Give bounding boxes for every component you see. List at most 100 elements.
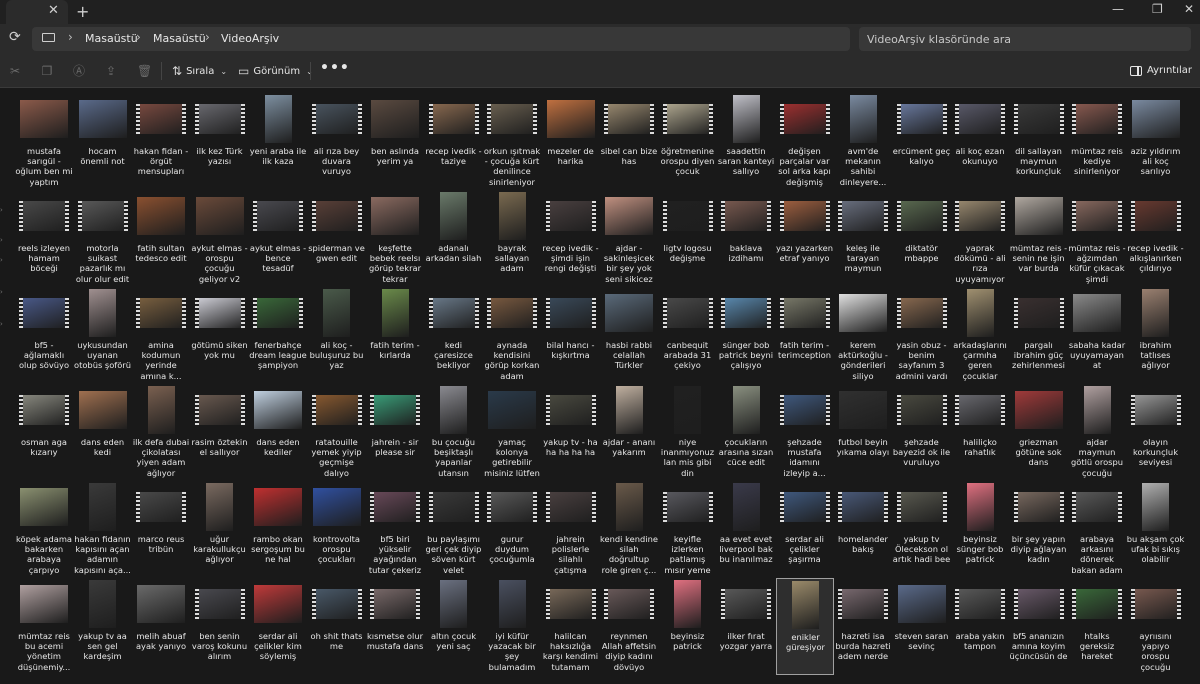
file-item[interactable]: sibel can bize has: [600, 93, 659, 190]
rename-icon[interactable]: Ⓐ: [72, 64, 86, 78]
file-item[interactable]: niye inanmıyonuz lan mis gibi din: [659, 384, 718, 481]
file-item[interactable]: serdar ali çelikler şaşırma: [776, 481, 835, 578]
file-item[interactable]: ali koç - buluşuruz bu yaz: [308, 287, 367, 384]
file-item[interactable]: aykut elmas - orospu çocuğu geliyor v2: [191, 190, 250, 287]
file-item[interactable]: baklava izdihamı: [717, 190, 776, 287]
file-item[interactable]: şehzade bayezid ok ile vuruluyo: [893, 384, 952, 481]
file-item[interactable]: kedi çaresizce bekliyor: [425, 287, 484, 384]
file-item[interactable]: gurur duydum çocuğumla: [483, 481, 542, 578]
expand-icon[interactable]: ›: [0, 256, 4, 264]
file-item[interactable]: keleş ile tarayan maymun: [834, 190, 893, 287]
file-item[interactable]: bilal hancı - kışkırtma: [542, 287, 601, 384]
file-item[interactable]: halilcan haksızlığa karşı kendimi tutama…: [542, 578, 601, 675]
file-item[interactable]: osman aga kızarıy: [15, 384, 74, 481]
file-item[interactable]: melih abuaf ayak yanıyo: [132, 578, 191, 675]
file-item[interactable]: değişen parçalar var sol arka kapı değiş…: [776, 93, 835, 190]
file-item[interactable]: rambo okan sergoşum bu ne hal: [249, 481, 308, 578]
file-item[interactable]: götümü siken yok mu: [191, 287, 250, 384]
copy-icon[interactable]: ❐: [40, 64, 54, 78]
file-item[interactable]: köpek adama bakarken arabaya çarpıyo: [15, 481, 74, 578]
file-item[interactable]: spiderman ve gwen edit: [308, 190, 367, 287]
file-item[interactable]: araba yakın tampon: [951, 578, 1010, 675]
nav-pane-edge[interactable]: › › › › ›: [0, 88, 8, 684]
file-item[interactable]: aa evet evet liverpool bak bu inanılmaz: [717, 481, 776, 578]
file-item[interactable]: yeni araba ile ilk kaza: [249, 93, 308, 190]
address-bar[interactable]: › Masaüstü › Masaüstü › VideoArşiv: [32, 27, 850, 51]
file-item[interactable]: ajdar maymun götlü orospu çocuğu: [1068, 384, 1127, 481]
file-item[interactable]: enikler güreşiyor: [775, 578, 834, 675]
file-item[interactable]: serdar ali çelikler kim söylemiş: [249, 578, 308, 675]
file-item[interactable]: sünger bob patrick beyni çalışıyo: [717, 287, 776, 384]
file-item[interactable]: mümtaz reis kediye sinirleniyor: [1068, 93, 1127, 190]
file-item[interactable]: reels izleyen hamam böceği: [15, 190, 74, 287]
breadcrumb-item-2[interactable]: Masaüstü: [153, 32, 206, 45]
file-item[interactable]: adanalı arkadan silah: [425, 190, 484, 287]
file-item[interactable]: reynmen Allah affetsin diyip kadını dövü…: [600, 578, 659, 675]
file-item[interactable]: yakup tv Ölecekson ol artık hadi bee: [893, 481, 952, 578]
file-item[interactable]: griezman götüne sok dans: [1010, 384, 1069, 481]
search-input[interactable]: [859, 27, 1191, 51]
file-item[interactable]: dil sallayan maymun korkunçluk: [1010, 93, 1069, 190]
file-item[interactable]: hasbi rabbi celallah Türkler: [600, 287, 659, 384]
refresh-icon[interactable]: ⟳: [9, 29, 21, 45]
file-item[interactable]: kendi kendine silah doğrultup role giren…: [600, 481, 659, 578]
file-item[interactable]: fatih terim - terimception: [776, 287, 835, 384]
file-item[interactable]: yakup tv aa sen gel kardeşim: [74, 578, 133, 675]
file-item[interactable]: ercüment geç kalıyo: [893, 93, 952, 190]
file-view[interactable]: › › › › › mustafa sarıgül - oğlum ben mi…: [0, 88, 1200, 684]
file-item[interactable]: fenerbahçe dream league şampiyon: [249, 287, 308, 384]
file-item[interactable]: avm'de mekanın sahibi dinleyere...: [834, 93, 893, 190]
file-item[interactable]: arkadaşlarını çarmıha geren çocuklar: [951, 287, 1010, 384]
breadcrumb-item-3[interactable]: VideoArşiv: [221, 32, 279, 45]
file-item[interactable]: aziz yıldırım ali koç sarılıyo: [1127, 93, 1186, 190]
file-item[interactable]: motorla suikast pazarlık mı olur olur ed…: [74, 190, 133, 287]
file-item[interactable]: haliliçko rahatlık: [951, 384, 1010, 481]
file-item[interactable]: ali rıza bey duvara vuruyo: [308, 93, 367, 190]
file-item[interactable]: hocam önemli not: [74, 93, 133, 190]
file-item[interactable]: canbequit arabada 31 çekiyo: [659, 287, 718, 384]
file-item[interactable]: bu akşam çok ufak bi sıkış olabilir: [1127, 481, 1186, 578]
file-item[interactable]: bayrak sallayan adam: [483, 190, 542, 287]
file-item[interactable]: beyinsiz patrick: [659, 578, 718, 675]
file-item[interactable]: yaprak dökümü - ali rıza uyuyamıyor: [951, 190, 1010, 287]
file-item[interactable]: ratatouille yemek yiyip geçmişe dalıyo: [308, 384, 367, 481]
file-item[interactable]: iyi küfür yazacak bir şey bulamadım: [483, 578, 542, 675]
file-item[interactable]: dans eden kediler: [249, 384, 308, 481]
file-item[interactable]: ilk kez Türk yazısı: [191, 93, 250, 190]
file-item[interactable]: jahrein - sir please sir: [366, 384, 425, 481]
file-item[interactable]: mezeler de harika: [542, 93, 601, 190]
file-item[interactable]: hazreti isa burda hazreti adem nerde: [834, 578, 893, 675]
breadcrumb-item-1[interactable]: Masaüstü: [85, 32, 138, 45]
vertical-scrollbar[interactable]: [1194, 88, 1200, 684]
file-item[interactable]: ayrıısını yapıyo orospu çocuğu: [1127, 578, 1186, 675]
file-item[interactable]: ilk defa dubai çikolatası yiyen adam ağl…: [132, 384, 191, 481]
file-item[interactable]: recep ivedik - taziye: [425, 93, 484, 190]
file-item[interactable]: fatih sultan tedesco edit: [132, 190, 191, 287]
file-item[interactable]: çocukların arasına sızan cüce edit: [717, 384, 776, 481]
file-item[interactable]: olayın korkunçluk seviyesi: [1127, 384, 1186, 481]
file-item[interactable]: jahrein polislerle silahlı çatışma: [542, 481, 601, 578]
file-item[interactable]: ben aslında yerim ya: [366, 93, 425, 190]
file-item[interactable]: sabaha kadar uyuyamayan at: [1068, 287, 1127, 384]
close-window-icon[interactable]: ✕: [1184, 2, 1194, 16]
expand-icon[interactable]: ›: [0, 320, 4, 328]
file-item[interactable]: orkun ışıtmak - çocuğa kürt denilince si…: [483, 93, 542, 190]
file-item[interactable]: beyinsiz sünger bob patrick: [951, 481, 1010, 578]
file-item[interactable]: pargalı ibrahim güç zehirlenmesi: [1010, 287, 1069, 384]
view-button[interactable]: ▭ Görünüm ⌄: [238, 64, 313, 78]
more-options-button[interactable]: •••: [320, 60, 350, 76]
file-item[interactable]: ibrahim tatlıses ağlıyor: [1127, 287, 1186, 384]
file-item[interactable]: ajdar - sakinleşicek bir şey yok seni si…: [600, 190, 659, 287]
file-item[interactable]: homelander bakış: [834, 481, 893, 578]
sort-button[interactable]: ⇅ Sırala ⌄: [172, 64, 227, 78]
file-item[interactable]: ali koç ezan okunuyo: [951, 93, 1010, 190]
file-item[interactable]: bf5 biri yükselir ayağından tutar çekeri…: [366, 481, 425, 578]
file-item[interactable]: yazı yazarken etraf yanıyo: [776, 190, 835, 287]
maximize-icon[interactable]: ❐: [1152, 2, 1163, 16]
file-item[interactable]: recep ivedik - alkışlanırken çıldırıyo: [1127, 190, 1186, 287]
chevron-right-icon[interactable]: ›: [136, 30, 141, 44]
file-item[interactable]: bf5 - ağlamaklı olup sövüyo: [15, 287, 74, 384]
file-item[interactable]: arabaya arkasını dönerek bakan adam: [1068, 481, 1127, 578]
file-item[interactable]: aykut elmas - bence tesadüf: [249, 190, 308, 287]
file-item[interactable]: fatih terim - kırlarda: [366, 287, 425, 384]
